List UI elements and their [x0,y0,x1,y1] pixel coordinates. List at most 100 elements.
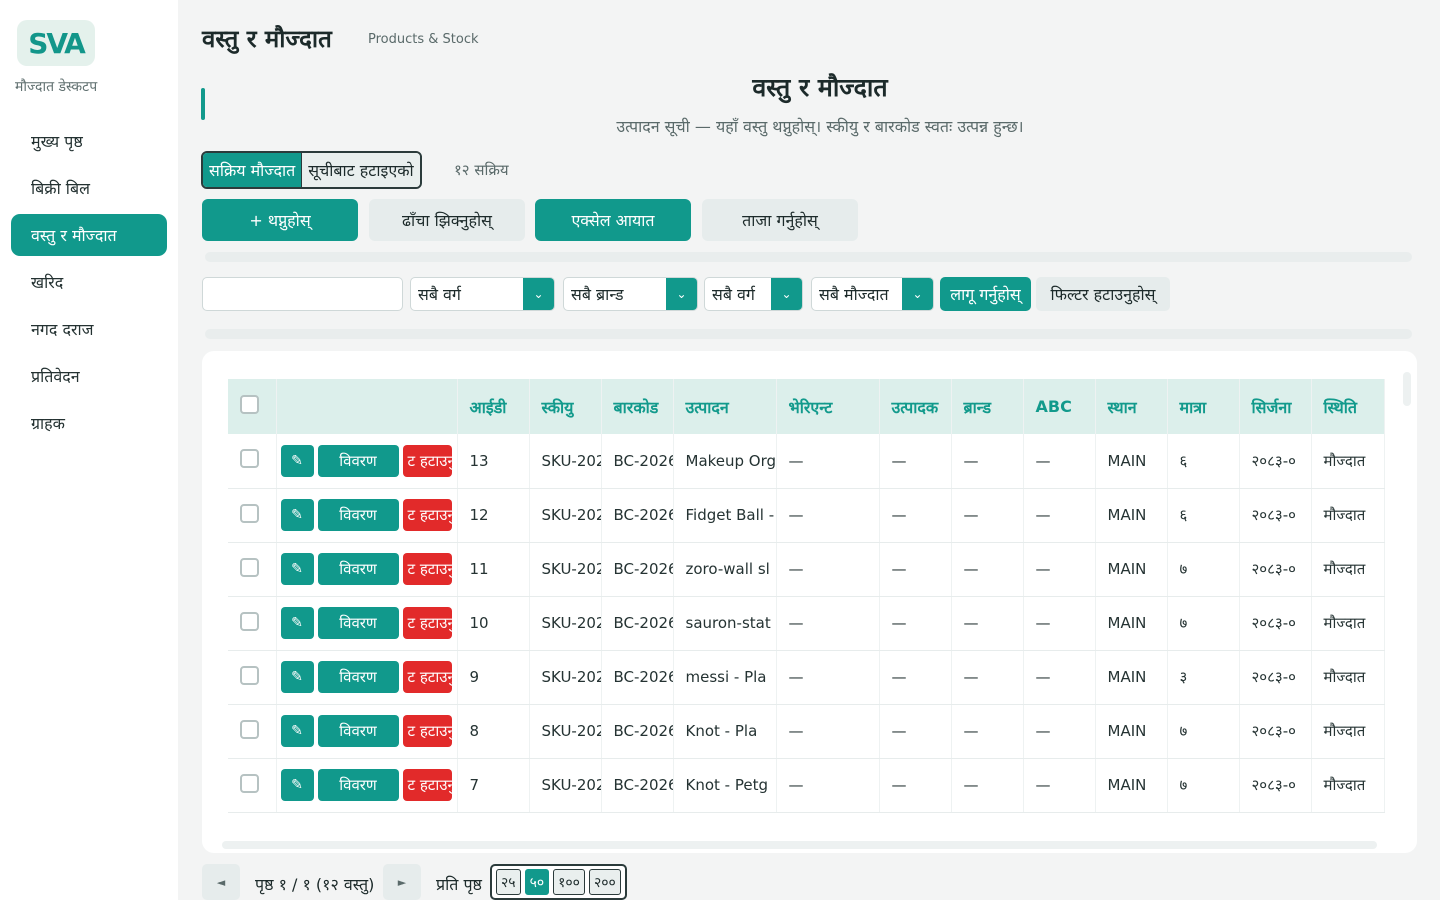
sidebar-item-home[interactable]: मुख्य पृष्ठ [11,120,167,162]
header-location[interactable]: स्थान [1095,379,1168,434]
row-select-cell[interactable] [228,704,277,759]
row-checkbox[interactable] [240,503,259,523]
toggle-removed[interactable]: सूचीबाट हटाइएको [301,153,420,187]
row-checkbox[interactable] [240,773,259,793]
detail-button[interactable]: विवरण [317,715,399,747]
pencil-icon[interactable]: ✎ [280,769,314,801]
pencil-icon[interactable]: ✎ [280,715,314,747]
cell-variant: — [776,434,880,489]
stock-select[interactable]: सबै मौज्दात ⌄ [811,277,934,311]
per-page-option[interactable]: १०० [553,869,585,895]
header-sku[interactable]: स्कीयु [529,379,602,434]
header-brand[interactable]: ब्रान्ड [951,379,1024,434]
table-row[interactable]: ✎विवरणट हटाउनुहोस्9SKU-2026BC-2026messi … [228,650,1385,705]
app-logo[interactable]: SVA [17,20,95,66]
row-select-cell[interactable] [228,758,277,813]
sidebar-item-purchase[interactable]: खरिद [11,261,167,303]
row-actions: ✎विवरणट हटाउनुहोस् [276,650,458,705]
detail-button[interactable]: विवरण [317,769,399,801]
sidebar-item-cash-drawer[interactable]: नगद दराज [11,308,167,350]
cell-id: 8 [457,704,530,759]
detail-button[interactable]: विवरण [317,607,399,639]
row-checkbox[interactable] [240,665,259,685]
row-checkbox[interactable] [240,449,259,469]
pencil-icon[interactable]: ✎ [280,553,314,585]
category2-select[interactable]: सबै वर्ग ⌄ [704,277,803,311]
detail-button[interactable]: विवरण [317,661,399,693]
remove-button[interactable]: ट हटाउनुहोस् [402,769,452,801]
detail-button[interactable]: विवरण [317,553,399,585]
download-template-button[interactable]: ढाँचा झिक्नुहोस् [369,199,525,241]
header-quantity[interactable]: मात्रा [1167,379,1240,434]
pencil-icon[interactable]: ✎ [280,444,314,477]
horizontal-scrollbar[interactable] [222,841,1377,849]
toggle-active-stock[interactable]: सक्रिय मौज्दात [203,153,302,187]
remove-button[interactable]: ट हटाउनुहोस् [402,661,452,693]
cell-id: 13 [457,434,530,489]
pencil-icon[interactable]: ✎ [280,661,314,693]
cell-location: MAIN [1095,596,1168,651]
excel-import-button[interactable]: एक्सेल आयात [535,199,691,241]
table-row[interactable]: ✎विवरणट हटाउनुहोस्12SKU-2026BC-2026Fidge… [228,488,1385,543]
table-row[interactable]: ✎विवरणट हटाउनुहोस्11SKU-2026BC-2026zoro-… [228,542,1385,597]
add-button[interactable]: + थप्नुहोस् [202,199,358,241]
per-page-option[interactable]: २०० [588,869,621,895]
prev-page-button[interactable]: ◄ [202,864,240,900]
select-all-checkbox[interactable] [240,395,259,414]
row-select-cell[interactable] [228,488,277,543]
row-select-cell[interactable] [228,650,277,705]
row-select-cell[interactable] [228,542,277,597]
brand-select-value: सबै ब्रान्ड [571,285,624,304]
remove-button[interactable]: ट हटाउनुहोस् [402,607,452,639]
remove-button[interactable]: ट हटाउनुहोस् [402,715,452,747]
per-page-option[interactable]: ५० [524,869,550,895]
vertical-scrollbar[interactable] [1403,372,1411,406]
cell-sku: SKU-2026 [529,758,602,813]
brand-select[interactable]: सबै ब्रान्ड ⌄ [563,277,698,311]
cell-barcode: BC-2026 [601,650,674,705]
cell-location: MAIN [1095,704,1168,759]
refresh-button[interactable]: ताजा गर्नुहोस् [702,199,858,241]
sidebar-item-reports[interactable]: प्रतिवेदन [11,355,167,397]
sidebar-item-sales-bill[interactable]: बिक्री बिल [11,167,167,209]
detail-button[interactable]: विवरण [317,499,399,531]
search-input[interactable] [202,277,403,311]
sidebar-item-customers[interactable]: ग्राहक [11,402,167,444]
detail-button[interactable]: विवरण [317,444,399,477]
cell-sku: SKU-2026 [529,488,602,543]
pencil-icon[interactable]: ✎ [280,607,314,639]
header-created[interactable]: सिर्जना [1239,379,1312,434]
header-variant[interactable]: भेरिएन्ट [776,379,880,434]
row-checkbox[interactable] [240,719,259,739]
cell-barcode: BC-2026 [601,542,674,597]
header-select-all[interactable] [228,379,277,434]
next-page-button[interactable]: ► [383,864,421,900]
row-select-cell[interactable] [228,596,277,651]
remove-button[interactable]: ट हटाउनुहोस् [402,499,452,531]
header-barcode[interactable]: बारकोड [601,379,674,434]
table-row[interactable]: ✎विवरणट हटाउनुहोस्8SKU-2026BC-2026Knot -… [228,704,1385,759]
pencil-icon[interactable]: ✎ [280,499,314,531]
sidebar-item-products-stock[interactable]: वस्तु र मौज्दात [11,214,167,256]
row-checkbox[interactable] [240,557,259,577]
row-checkbox[interactable] [240,611,259,631]
cell-location: MAIN [1095,758,1168,813]
cell-abc: — [1023,542,1096,597]
header-product[interactable]: उत्पादन [673,379,777,434]
table-row[interactable]: ✎विवरणट हटाउनुहोस्7SKU-2026BC-2026Knot -… [228,758,1385,813]
row-select-cell[interactable] [228,434,277,489]
apply-filter-button[interactable]: लागू गर्नुहोस् [940,277,1031,311]
header-maker[interactable]: उत्पादक [879,379,952,434]
header-id[interactable]: आईडी [457,379,530,434]
per-page-option[interactable]: २५ [496,869,521,895]
table-row[interactable]: ✎विवरणट हटाउनुहोस्13SKU-2026BC-2026Makeu… [228,434,1385,489]
cell-variant: — [776,488,880,543]
remove-button[interactable]: ट हटाउनुहोस् [402,553,452,585]
clear-filter-button[interactable]: फिल्टर हटाउनुहोस् [1036,277,1170,311]
header-status[interactable]: स्थिति [1311,379,1385,434]
remove-button[interactable]: ट हटाउनुहोस् [402,444,452,477]
table-row[interactable]: ✎विवरणट हटाउनुहोस्10SKU-2026BC-2026sauro… [228,596,1385,651]
cell-maker: — [879,650,952,705]
header-abc[interactable]: ABC [1023,379,1096,434]
category-select[interactable]: सबै वर्ग ⌄ [410,277,555,311]
